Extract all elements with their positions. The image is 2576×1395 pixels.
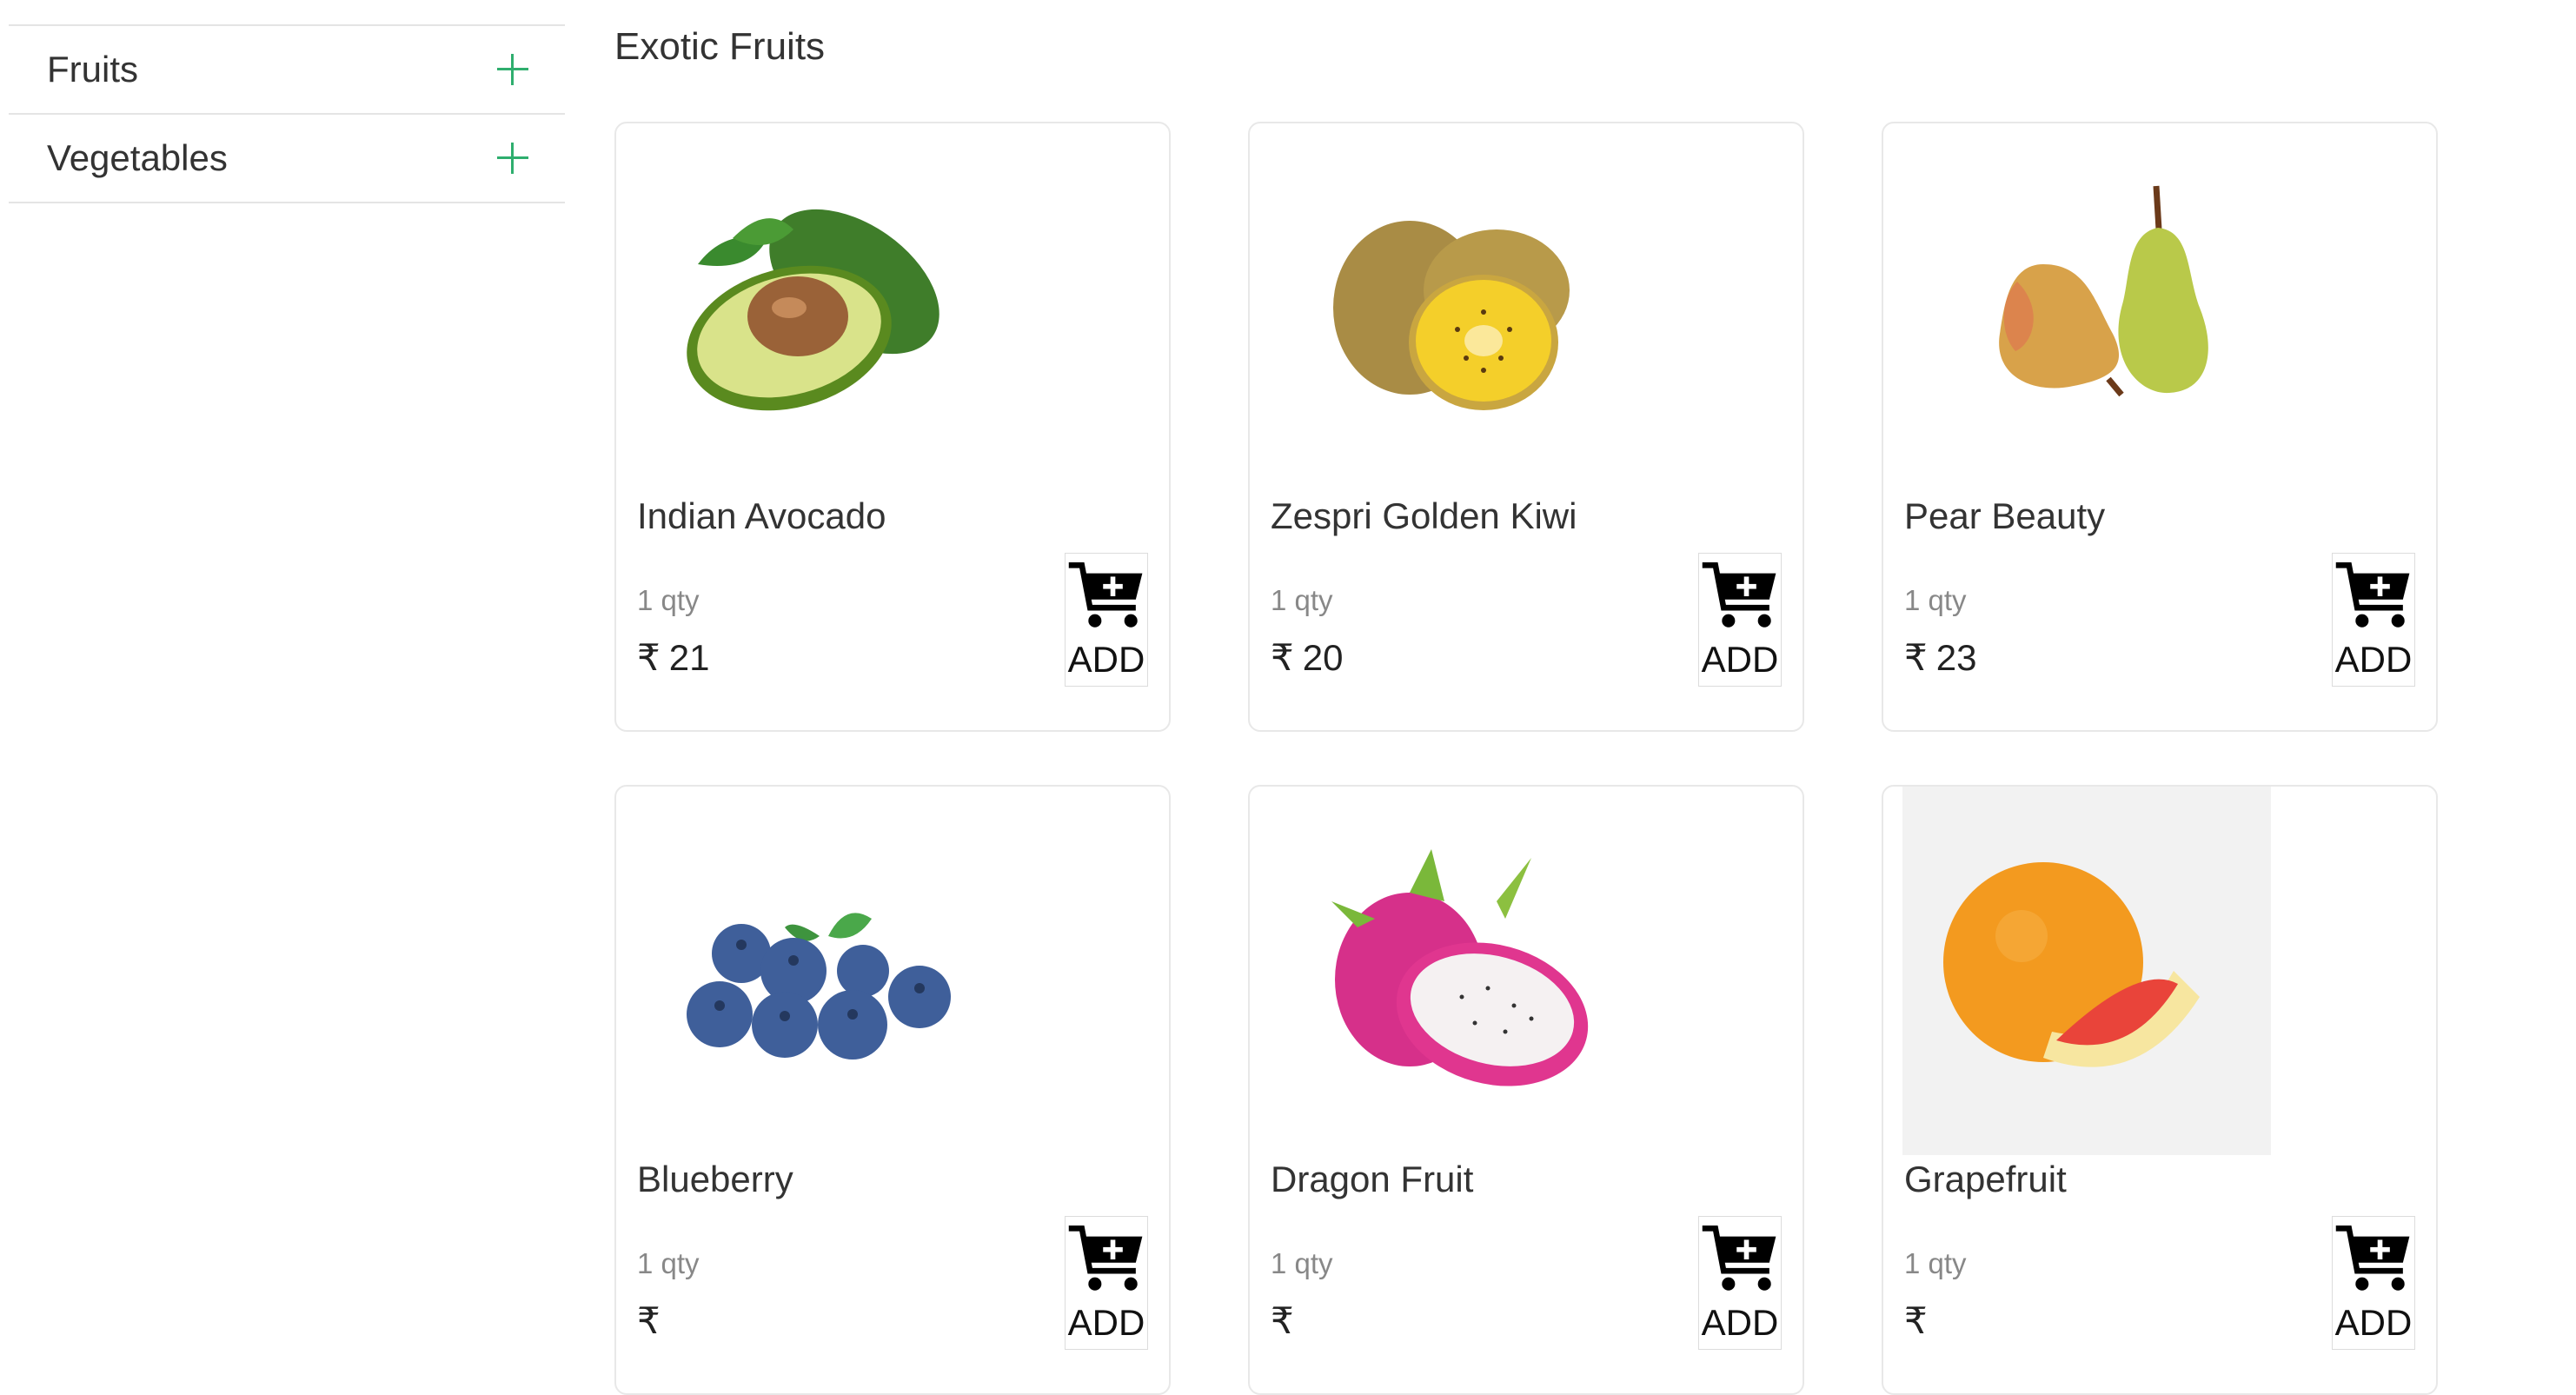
section-title: Exotic Fruits: [614, 25, 826, 68]
cart-plus-icon: [2335, 1225, 2410, 1291]
cart-plus-icon: [1702, 1225, 1776, 1291]
price-value: 23: [1935, 637, 1977, 678]
add-button-label: ADD: [1067, 1302, 1145, 1343]
product-price: ₹: [1271, 1299, 1303, 1342]
add-button-label: ADD: [2334, 639, 2413, 680]
product-card[interactable]: Blueberry 1 qty ₹ ADD: [614, 785, 1171, 1395]
avocado-image: [687, 209, 939, 411]
product-name: Blueberry: [637, 1159, 793, 1199]
product-image: [1269, 787, 1637, 1155]
product-image: [1269, 123, 1637, 492]
product-price: ₹: [637, 1299, 669, 1342]
sidebar-item-label: Fruits: [47, 49, 138, 90]
product-name: Indian Avocado: [637, 495, 886, 536]
product-name: Pear Beauty: [1904, 495, 2106, 536]
cart-plus-icon: [1068, 561, 1143, 628]
product-image: [1902, 123, 2271, 492]
currency-symbol: ₹: [637, 1300, 661, 1341]
cart-plus-icon: [2335, 561, 2410, 628]
product-name: Zespri Golden Kiwi: [1271, 495, 1577, 536]
grapefruit-image: [1943, 862, 2200, 1067]
product-qty: 1 qty: [1271, 584, 1333, 616]
plus-icon[interactable]: [497, 54, 528, 85]
add-button-label: ADD: [1701, 639, 1779, 680]
product-name: Grapefruit: [1904, 1159, 2067, 1199]
product-image: [635, 787, 1004, 1155]
product-qty: 1 qty: [637, 584, 700, 616]
blueberry-image: [687, 913, 951, 1060]
product-price: ₹: [1904, 1299, 1936, 1342]
sidebar-item-label: Vegetables: [47, 137, 228, 178]
product-price: ₹23: [1904, 636, 1976, 679]
product-qty: 1 qty: [1271, 1247, 1333, 1279]
currency-symbol: ₹: [1271, 1300, 1294, 1341]
sidebar-item-fruits[interactable]: Fruits: [9, 26, 565, 115]
product-image: [1902, 787, 2271, 1155]
product-card[interactable]: Indian Avocado 1 qty ₹21 ADD: [614, 122, 1171, 732]
add-button-label: ADD: [1701, 1302, 1779, 1343]
product-card[interactable]: Pear Beauty 1 qty ₹23 ADD: [1882, 122, 2438, 732]
dragon-fruit-image: [1331, 849, 1589, 1086]
kiwi-image: [1333, 221, 1570, 410]
currency-symbol: ₹: [1904, 1300, 1928, 1341]
price-value: 20: [1302, 637, 1344, 678]
product-card[interactable]: Dragon Fruit 1 qty ₹ ADD: [1248, 785, 1804, 1395]
add-to-cart-button[interactable]: ADD: [1065, 553, 1148, 687]
add-button-label: ADD: [2334, 1302, 2413, 1343]
cart-plus-icon: [1702, 561, 1776, 628]
pear-image: [1999, 185, 2208, 397]
category-sidebar: Fruits Vegetables: [9, 24, 565, 203]
product-card[interactable]: Grapefruit 1 qty ₹ ADD: [1882, 785, 2438, 1395]
price-value: 21: [668, 637, 710, 678]
currency-symbol: ₹: [637, 637, 661, 678]
add-to-cart-button[interactable]: ADD: [1698, 553, 1782, 687]
currency-symbol: ₹: [1904, 637, 1928, 678]
product-price: ₹21: [637, 636, 709, 679]
currency-symbol: ₹: [1271, 637, 1294, 678]
sidebar-item-vegetables[interactable]: Vegetables: [9, 115, 565, 203]
product-qty: 1 qty: [1904, 584, 1967, 616]
add-to-cart-button[interactable]: ADD: [1065, 1216, 1148, 1350]
cart-plus-icon: [1068, 1225, 1143, 1291]
product-qty: 1 qty: [637, 1247, 700, 1279]
plus-icon[interactable]: [497, 143, 528, 174]
product-card[interactable]: Zespri Golden Kiwi 1 qty ₹20 ADD: [1248, 122, 1804, 732]
add-to-cart-button[interactable]: ADD: [1698, 1216, 1782, 1350]
add-to-cart-button[interactable]: ADD: [2332, 553, 2415, 687]
product-qty: 1 qty: [1904, 1247, 1967, 1279]
add-to-cart-button[interactable]: ADD: [2332, 1216, 2415, 1350]
product-image: [635, 123, 1004, 492]
product-name: Dragon Fruit: [1271, 1159, 1474, 1199]
product-price: ₹20: [1271, 636, 1343, 679]
add-button-label: ADD: [1067, 639, 1145, 680]
